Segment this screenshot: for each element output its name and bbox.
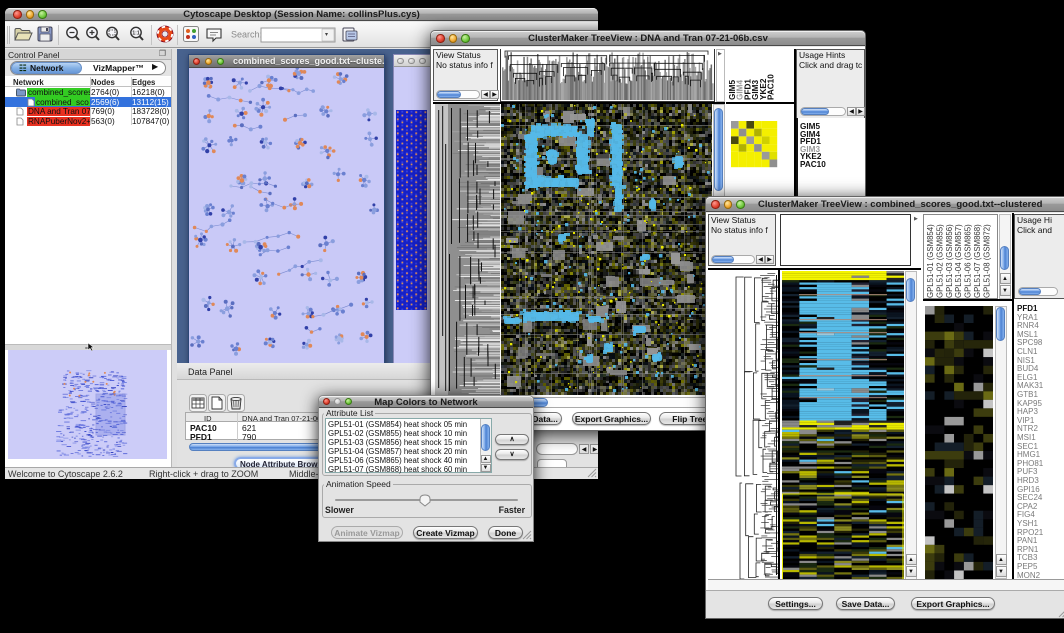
svg-text:1:1: 1:1 (132, 31, 139, 37)
svg-text:GPL51-04 (GSM857): GPL51-04 (GSM857) (954, 224, 963, 298)
svg-text:Search:: Search: (231, 30, 262, 40)
svg-text:GPL51-01 (GSM854): GPL51-01 (GSM854) (926, 224, 935, 298)
svg-text:GPL51-06 (GSM865): GPL51-06 (GSM865) (964, 224, 973, 298)
svg-text:GPL51-02 (GSM855): GPL51-02 (GSM855) (935, 224, 944, 298)
svg-text:GPL51-07 (GSM868): GPL51-07 (GSM868) (973, 224, 982, 298)
svg-text:GPL51-03 (GSM856): GPL51-03 (GSM856) (945, 224, 954, 298)
svg-text:GPL51-08 (GSM872): GPL51-08 (GSM872) (982, 224, 991, 298)
svg-text:PAC10: PAC10 (767, 74, 776, 100)
